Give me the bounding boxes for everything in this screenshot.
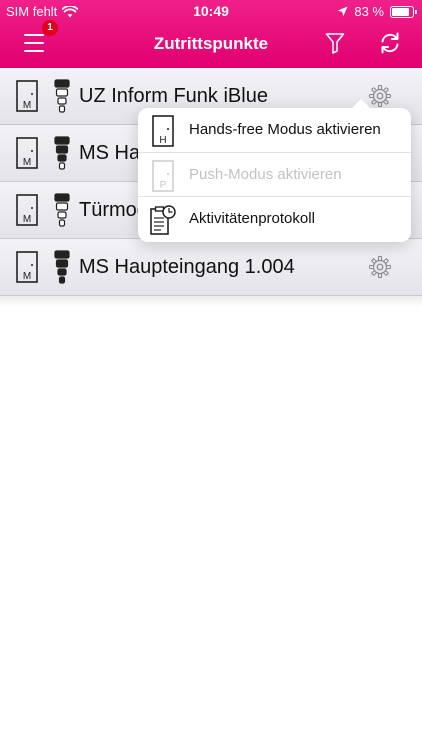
signal-segment-filled (57, 268, 67, 276)
menu-item-label: Aktivitätenprotokoll (189, 210, 315, 228)
signal-level-icon (54, 79, 70, 113)
navigation-bar: 1 Zutrittspunkte (0, 20, 422, 68)
menu-icon-letter: H (159, 135, 166, 146)
signal-segment-filled (58, 276, 66, 284)
door-icon-letter: M (23, 100, 31, 111)
sync-icon[interactable] (378, 31, 402, 55)
door-icon-letter: M (23, 271, 31, 282)
signal-segment-empty (58, 219, 66, 227)
signal-segment-filled (54, 79, 70, 88)
signal-segment-filled (55, 145, 69, 154)
signal-segment-filled (54, 193, 70, 202)
gear-icon[interactable] (369, 85, 391, 107)
status-bar: SIM fehlt 10:49 83 % (0, 0, 422, 22)
menu-item-label: Push-Modus aktivieren (189, 165, 342, 183)
status-right: 83 % (337, 4, 417, 19)
signal-level-icon (54, 250, 70, 284)
context-menu-popover: H Hands-free Modus aktivieren P Push-Mod… (138, 99, 411, 242)
filter-icon[interactable] (325, 32, 345, 54)
menu-item-hands-free[interactable]: H Hands-free Modus aktivieren (138, 108, 411, 153)
menu-item-push-mode: P Push-Modus aktivieren (138, 153, 411, 198)
top-bar: SIM fehlt 10:49 83 % 1 Zutrittspunkte (0, 0, 422, 68)
signal-segment-filled (54, 250, 70, 259)
activity-log-icon (150, 205, 176, 235)
gear-icon-shape (369, 256, 391, 278)
signal-segment-filled (54, 136, 70, 145)
door-hands-free-icon: H (152, 115, 174, 147)
gear-icon[interactable] (369, 256, 391, 278)
signal-level-icon (54, 136, 70, 170)
door-icon: M (16, 251, 38, 283)
signal-segment-filled (55, 259, 69, 268)
menu-item-activity-log[interactable]: Aktivitätenprotokoll (138, 197, 411, 242)
location-arrow-icon (337, 6, 348, 17)
battery-icon (390, 5, 417, 18)
gear-icon-shape (369, 85, 391, 107)
door-icon: M (16, 137, 38, 169)
signal-segment-empty (58, 162, 66, 170)
signal-segment-empty (58, 105, 66, 113)
signal-segment-filled (57, 154, 67, 162)
battery-percent: 83 % (354, 4, 384, 19)
door-icon-letter: M (23, 157, 31, 168)
signal-segment-empty (57, 211, 67, 219)
signal-segment-empty (57, 97, 67, 105)
door-icon: M (16, 80, 38, 112)
door-icon-letter: M (23, 214, 31, 225)
access-point-name: UZ Inform Funk iBlue (79, 85, 268, 107)
list-shadow (0, 296, 422, 306)
signal-segment-empty (55, 202, 69, 211)
access-point-row[interactable]: M MS Haupteingang 1.004 (0, 239, 422, 296)
signal-level-icon (54, 193, 70, 227)
access-point-name: MS Haupteingang 1.004 (79, 256, 295, 278)
page-title: Zutrittspunkte (153, 34, 269, 53)
door-icon: M (16, 194, 38, 226)
door-push-icon: P (152, 159, 174, 192)
signal-segment-empty (55, 88, 69, 97)
battery-fill (392, 7, 409, 16)
menu-icon-letter: P (160, 180, 167, 191)
menu-item-label: Hands-free Modus aktivieren (189, 121, 381, 138)
